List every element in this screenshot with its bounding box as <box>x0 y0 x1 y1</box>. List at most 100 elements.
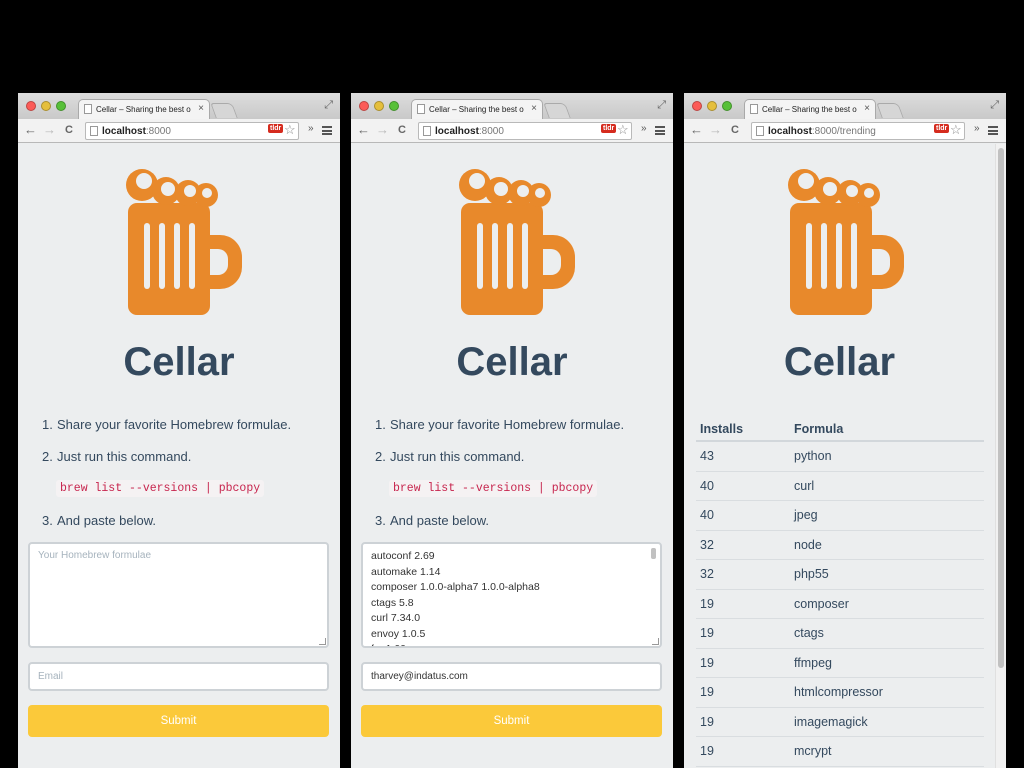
close-window-button[interactable] <box>359 101 369 111</box>
back-icon[interactable]: ← <box>357 122 370 137</box>
close-window-button[interactable] <box>26 101 36 111</box>
minimize-window-button[interactable] <box>707 101 717 111</box>
installs-cell: 40 <box>700 508 714 523</box>
browser-toolbar: ← → C localhost:8000 tldr ☆ » <box>351 119 673 143</box>
submit-button[interactable]: Submit <box>28 705 329 737</box>
fullscreen-icon[interactable]: ⤢ <box>990 99 999 112</box>
url-host: localhost <box>768 126 812 137</box>
installs-cell: 19 <box>700 655 714 670</box>
bookmark-star-icon[interactable]: ☆ <box>617 122 629 138</box>
new-tab-button[interactable] <box>876 103 904 118</box>
close-window-button[interactable] <box>692 101 702 111</box>
minimize-window-button[interactable] <box>41 101 51 111</box>
formula-cell: jpeg <box>794 508 818 523</box>
title-bar: Cellar – Sharing the best o × ⤢ <box>684 93 1006 120</box>
formula-cell: python <box>794 449 832 464</box>
textarea-scrollbar[interactable] <box>650 546 657 644</box>
step-text: Just run this command. <box>390 449 525 464</box>
address-bar[interactable]: localhost:8000 <box>85 122 299 140</box>
brand-title: Cellar <box>123 340 235 384</box>
close-tab-icon[interactable]: × <box>864 103 870 114</box>
fullscreen-icon[interactable]: ⤢ <box>657 99 666 112</box>
overflow-chevron-icon[interactable]: » <box>974 123 980 134</box>
formula-cell: htmlcompressor <box>794 685 883 700</box>
fullscreen-icon[interactable]: ⤢ <box>324 99 333 112</box>
formula-cell: php55 <box>794 567 829 582</box>
forward-icon[interactable]: → <box>43 122 56 137</box>
forward-icon[interactable]: → <box>376 122 389 137</box>
tab-title: Cellar – Sharing the best o <box>762 105 857 114</box>
installs-cell: 43 <box>700 449 714 464</box>
back-icon[interactable]: ← <box>690 122 703 137</box>
reload-icon[interactable]: C <box>398 124 406 136</box>
formula-cell: composer <box>794 596 849 611</box>
overflow-chevron-icon[interactable]: » <box>641 123 647 134</box>
formula-cell: ffmpeg <box>794 655 832 670</box>
step-3: 3. And paste below. <box>375 513 489 528</box>
address-bar[interactable]: localhost:8000 <box>418 122 632 140</box>
formula-cell: mcrypt <box>794 744 832 759</box>
tldr-extension-icon[interactable]: tldr <box>268 124 284 133</box>
tldr-extension-icon[interactable]: tldr <box>934 124 950 133</box>
browser-toolbar: ← → C localhost:8000/trending tldr ☆ » <box>684 119 1006 143</box>
scroll-thumb[interactable] <box>651 548 656 559</box>
back-icon[interactable]: ← <box>24 122 37 137</box>
hamburger-menu-icon[interactable] <box>988 126 998 135</box>
minimize-window-button[interactable] <box>374 101 384 111</box>
zoom-window-button[interactable] <box>722 101 732 111</box>
installs-cell: 19 <box>700 626 714 641</box>
step-1: 1. Share your favorite Homebrew formulae… <box>42 417 322 449</box>
table-row: 19 htmlcompressor <box>696 678 984 708</box>
address-bar[interactable]: localhost:8000/trending <box>751 122 965 140</box>
step-number: 2. <box>375 449 386 464</box>
browser-tab[interactable]: Cellar – Sharing the best o × <box>744 99 876 120</box>
page-content: Cellar 1. Share your favorite Homebrew f… <box>351 144 673 768</box>
installs-cell: 32 <box>700 567 714 582</box>
brew-command: brew list --versions | pbcopy <box>56 480 265 497</box>
formulae-textarea[interactable]: autoconf 2.69 automake 1.14 composer 1.0… <box>361 542 662 648</box>
page-scrollbar[interactable] <box>995 144 1006 768</box>
forward-icon[interactable]: → <box>709 122 722 137</box>
overflow-chevron-icon[interactable]: » <box>308 123 314 134</box>
zoom-window-button[interactable] <box>56 101 66 111</box>
email-input[interactable]: tharvey@indatus.com <box>361 662 662 691</box>
bookmark-star-icon[interactable]: ☆ <box>284 122 296 138</box>
url-path: :8000 <box>145 126 171 137</box>
browser-tab[interactable]: Cellar – Sharing the best o × <box>78 99 210 120</box>
table-row: 32 php55 <box>696 560 984 590</box>
formulae-textarea[interactable]: Your Homebrew formulae <box>28 542 329 648</box>
close-tab-icon[interactable]: × <box>198 103 204 114</box>
reload-icon[interactable]: C <box>65 124 73 136</box>
step-text: And paste below. <box>57 513 157 528</box>
installs-cell: 19 <box>700 714 714 729</box>
new-tab-button[interactable] <box>543 103 571 118</box>
close-tab-icon[interactable]: × <box>531 103 537 114</box>
browser-tab[interactable]: Cellar – Sharing the best o × <box>411 99 543 120</box>
page-scroll-thumb[interactable] <box>998 148 1004 668</box>
formula-header: Formula <box>794 422 844 436</box>
resize-grip-icon[interactable] <box>319 638 326 645</box>
formula-cell: imagemagick <box>794 714 868 729</box>
url-path: :8000/trending <box>811 126 876 137</box>
reload-icon[interactable]: C <box>731 124 739 136</box>
table-row: 19 composer <box>696 590 984 619</box>
page-icon <box>750 104 758 114</box>
email-input[interactable]: Email <box>28 662 329 691</box>
submit-button[interactable]: Submit <box>361 705 662 737</box>
formula-cell: node <box>794 537 822 552</box>
hamburger-menu-icon[interactable] <box>655 126 665 135</box>
url-path: :8000 <box>478 126 504 137</box>
bookmark-star-icon[interactable]: ☆ <box>950 122 962 138</box>
zoom-window-button[interactable] <box>389 101 399 111</box>
tldr-extension-icon[interactable]: tldr <box>601 124 617 133</box>
step-number: 1. <box>42 417 53 432</box>
brand-title: Cellar <box>783 340 896 384</box>
title-bar: Cellar – Sharing the best o × ⤢ <box>18 93 340 120</box>
brand-title: Cellar <box>456 340 568 384</box>
traffic-lights <box>359 101 399 111</box>
page-content: Cellar Installs Formula 43 python 40 curl … <box>684 144 1006 768</box>
hamburger-menu-icon[interactable] <box>322 126 332 135</box>
new-tab-button[interactable] <box>210 103 238 118</box>
page-icon <box>423 126 431 136</box>
resize-grip-icon[interactable] <box>652 638 659 645</box>
